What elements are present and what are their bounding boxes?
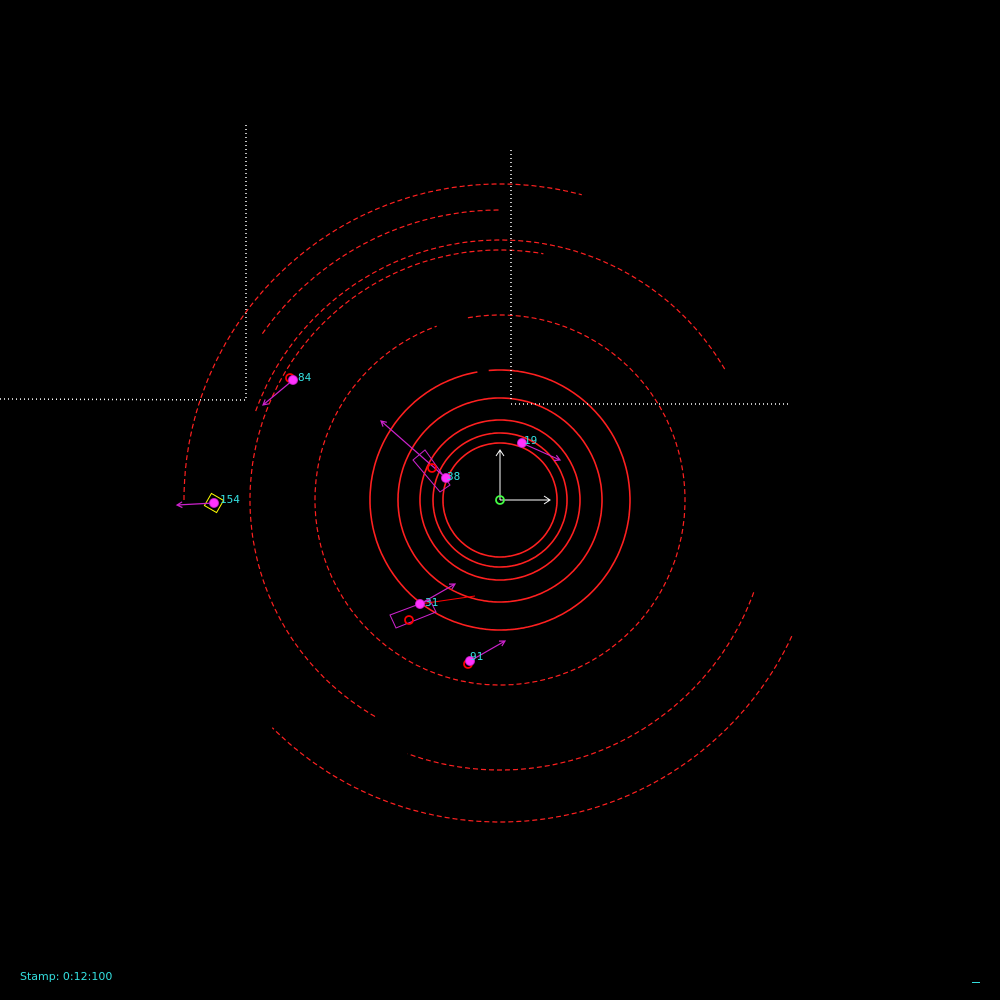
track-point — [415, 599, 425, 609]
track-id-label: 38 — [447, 470, 460, 483]
range-ring — [261, 209, 500, 335]
range-rings — [183, 183, 793, 823]
range-ring — [183, 183, 582, 500]
corner-indicator — [972, 982, 980, 983]
range-ring — [255, 239, 726, 412]
velocity-arrow — [176, 502, 215, 506]
timestamp-label: Stamp: 0:12:100 — [20, 970, 113, 983]
track-point — [288, 375, 298, 385]
range-ring — [407, 592, 755, 771]
track-id-label: 31 — [425, 596, 438, 609]
track-point — [209, 498, 219, 508]
ego-vehicle — [495, 449, 551, 505]
track-id-label: 91 — [470, 650, 483, 663]
wall-points — [0, 125, 790, 405]
track-19: 19 — [517, 434, 562, 462]
velocity-arrow — [262, 379, 294, 406]
track-id-label: 84 — [298, 371, 312, 384]
track-id-label: 19 — [524, 434, 537, 447]
track-154: 154 — [175, 492, 240, 514]
track-id-label: 154 — [220, 493, 240, 506]
track-31: 31 — [389, 583, 476, 629]
wall-segment — [0, 398, 247, 401]
lidar-scan-view: 84 19 38 154 31 91 — [0, 125, 793, 823]
track-91: 91 — [463, 640, 507, 669]
tracked-objects: 84 19 38 154 31 91 — [175, 371, 562, 669]
range-ring — [249, 249, 544, 718]
